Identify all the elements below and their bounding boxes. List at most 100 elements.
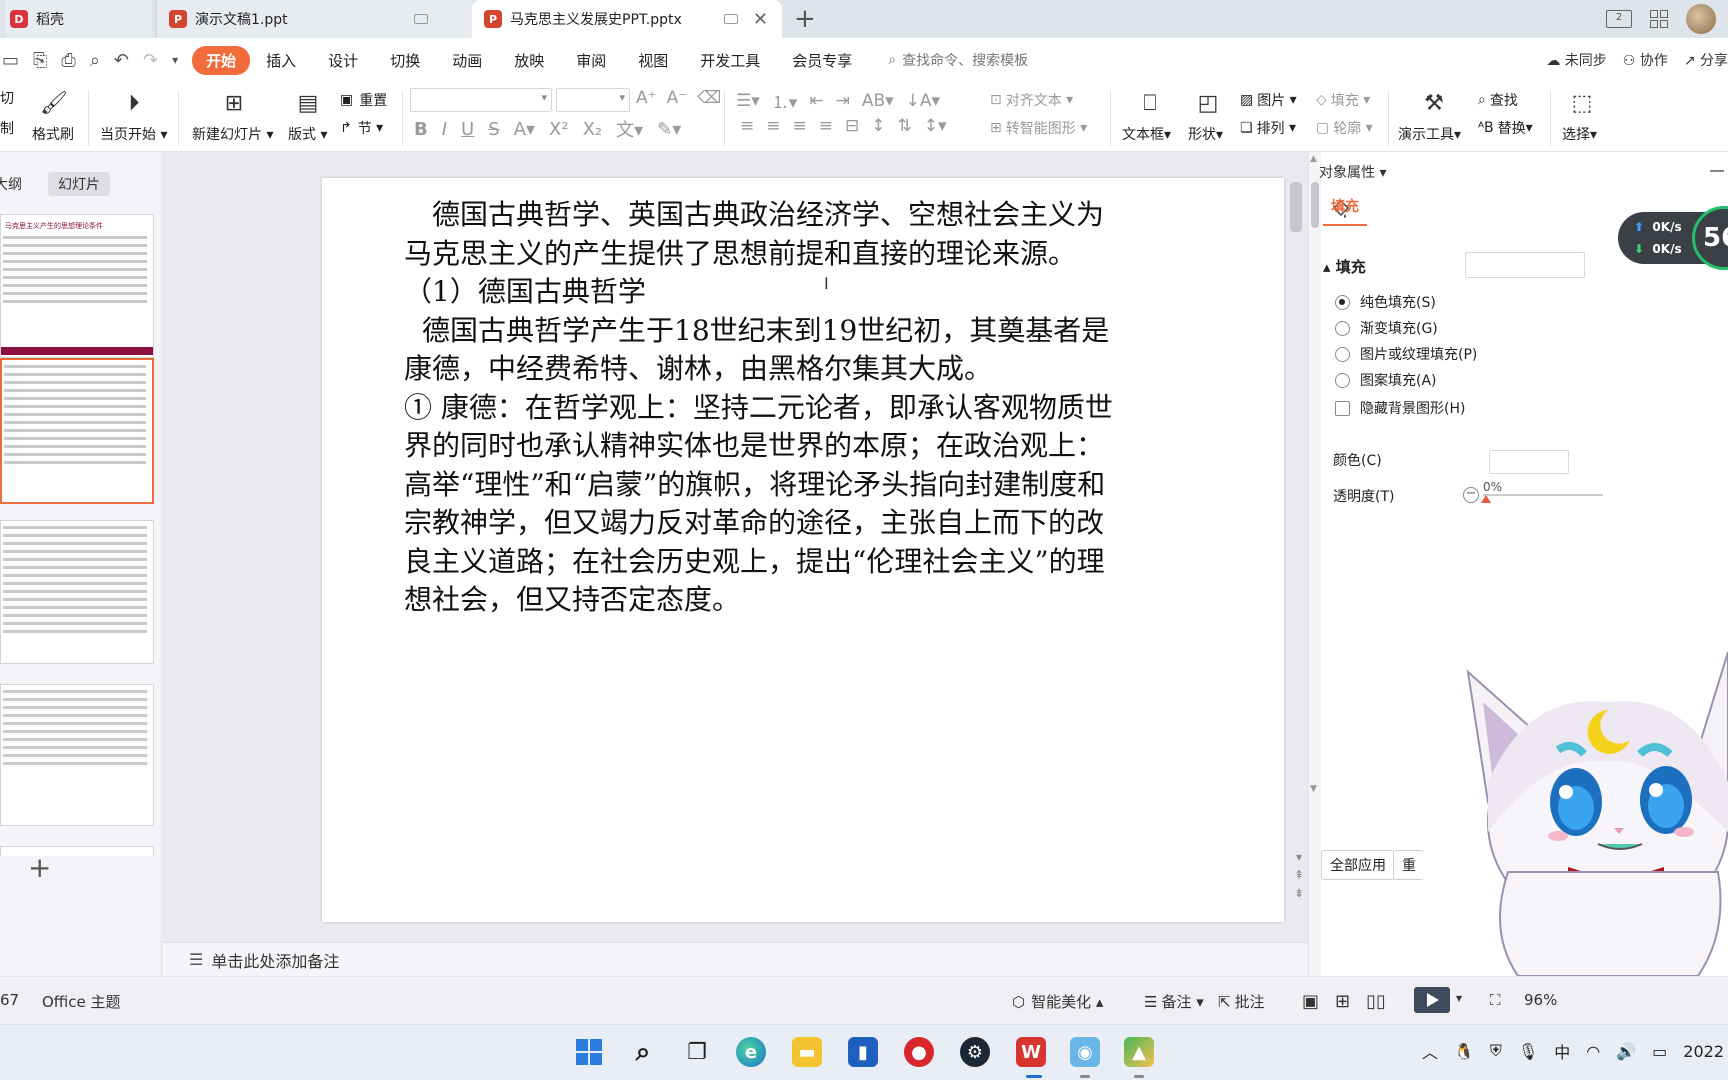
qq-icon[interactable]: 🐧: [1454, 1042, 1474, 1061]
align-left-icon[interactable]: ≡: [740, 116, 754, 136]
underline-icon[interactable]: U: [461, 119, 474, 140]
command-search[interactable]: ⌕ 查找命令、搜索模板: [888, 50, 1028, 70]
search-icon[interactable]: ⌕: [628, 1037, 658, 1067]
menu-home[interactable]: 开始: [192, 45, 251, 75]
slide-canvas[interactable]: 德国古典哲学、英国古典政治经济学、空想社会主义为马克思主义的产生提供了思想前提和…: [322, 178, 1284, 922]
sync-button[interactable]: ☁ 未同步: [1546, 50, 1606, 70]
strikethrough-icon[interactable]: S: [488, 119, 499, 140]
play-button[interactable]: [1414, 987, 1450, 1013]
shape-button[interactable]: 形状▾: [1188, 124, 1223, 144]
decrease-font-icon[interactable]: A⁻: [667, 88, 688, 108]
color-picker[interactable]: [1489, 450, 1569, 474]
start-icon[interactable]: [574, 1037, 604, 1067]
wps-icon[interactable]: W: [1016, 1037, 1046, 1067]
clear-format-icon[interactable]: ⌫: [697, 88, 721, 108]
picture-button[interactable]: ▨ 图片 ▾: [1240, 90, 1297, 110]
increase-indent-icon[interactable]: ⇥: [836, 91, 850, 111]
tab-slides[interactable]: 幻灯片: [48, 172, 110, 196]
align-text-button[interactable]: ⊡ 对齐文本 ▾: [990, 90, 1073, 110]
bold-icon[interactable]: B: [414, 119, 428, 140]
distribute-icon[interactable]: ⊟: [845, 116, 859, 136]
presentation-tools-button[interactable]: 演示工具▾: [1398, 124, 1461, 144]
menu-transition[interactable]: 切换: [374, 50, 436, 71]
reading-view-icon[interactable]: ▯▯: [1366, 991, 1386, 1012]
slide-thumbnail[interactable]: [0, 846, 154, 856]
app-blue-icon[interactable]: ▮: [848, 1037, 878, 1067]
apply-all-button[interactable]: 全部应用: [1321, 850, 1395, 880]
tab-presentation-1[interactable]: P 演示文稿1.ppt: [156, 0, 472, 38]
find-button[interactable]: ⌕ 查找: [1478, 90, 1518, 110]
multi-window-icon[interactable]: 2: [1606, 10, 1632, 28]
transparency-slider[interactable]: [1483, 494, 1603, 496]
chevron-down-icon[interactable]: ▾: [1456, 991, 1462, 1005]
highlight-icon[interactable]: ✎▾: [657, 119, 681, 140]
align-center-icon[interactable]: ≡: [766, 116, 780, 136]
phonetic-icon[interactable]: 文▾: [616, 116, 643, 142]
print-icon[interactable]: ⎙: [61, 50, 75, 71]
close-icon[interactable]: ✕: [753, 9, 768, 30]
font-size-select[interactable]: [556, 88, 630, 112]
collab-button[interactable]: ⚇ 协作: [1623, 50, 1668, 70]
edge-icon[interactable]: e: [736, 1037, 766, 1067]
steam-icon[interactable]: ⚙: [960, 1037, 990, 1067]
text-direction-icon[interactable]: AB▾: [862, 91, 894, 111]
clock[interactable]: 2022: [1683, 1042, 1724, 1061]
section-button[interactable]: ↱ 节 ▾: [340, 118, 383, 138]
volume-icon[interactable]: 🔊: [1616, 1042, 1636, 1061]
export-icon[interactable]: ⎘: [33, 50, 47, 71]
new-tab-button[interactable]: +: [794, 4, 816, 34]
save-icon[interactable]: ▭: [2, 50, 19, 71]
file-explorer-icon[interactable]: ▬: [792, 1037, 822, 1067]
tab-daoke[interactable]: D 稻壳: [6, 0, 152, 38]
sorter-view-icon[interactable]: ⊞: [1335, 991, 1350, 1012]
game-icon[interactable]: ◉: [1070, 1037, 1100, 1067]
picture-fill-option[interactable]: 图片或纹理填充(P): [1335, 344, 1477, 364]
beautify-button[interactable]: ⬡ 智能美化 ▴: [1012, 991, 1103, 1012]
numbered-list-icon[interactable]: ⒈▾: [772, 88, 798, 113]
vertical-scrollbar[interactable]: [1290, 182, 1302, 232]
pattern-fill-option[interactable]: 图案填充(A): [1335, 370, 1437, 390]
sort-icon[interactable]: ↓A▾: [906, 91, 940, 111]
wifi-icon[interactable]: ◠: [1586, 1042, 1600, 1061]
spacing-menu-icon[interactable]: ↕▾: [924, 116, 947, 136]
slide-textbox[interactable]: 德国古典哲学、英国古典政治经济学、空想社会主义为马克思主义的产生提供了思想前提和…: [404, 196, 1124, 620]
app-red-icon[interactable]: ●: [904, 1037, 934, 1067]
menu-member[interactable]: 会员专享: [776, 50, 868, 71]
align-right-icon[interactable]: ≡: [793, 116, 807, 136]
layout-button[interactable]: 版式 ▾: [288, 124, 327, 144]
copy-button[interactable]: 复制: [0, 118, 14, 138]
print-preview-icon[interactable]: ⌕: [90, 50, 100, 71]
replace-button[interactable]: ᴬB 替换 ▾: [1478, 118, 1533, 138]
gradient-fill-option[interactable]: 渐变填充(G): [1335, 318, 1438, 338]
zoom-level[interactable]: 96%: [1524, 991, 1557, 1009]
decrease-indent-icon[interactable]: ⇤: [809, 91, 823, 111]
bullet-list-icon[interactable]: ☰▾: [736, 91, 760, 111]
outline-button[interactable]: ▢ 轮廓 ▾: [1316, 118, 1373, 138]
map-icon[interactable]: ▲: [1124, 1037, 1154, 1067]
shield-icon[interactable]: ⛨: [1490, 1041, 1502, 1061]
menu-view[interactable]: 视图: [622, 50, 684, 71]
font-family-select[interactable]: [410, 88, 552, 112]
reset-button[interactable]: ▣ 重置: [340, 90, 387, 110]
task-view-icon[interactable]: ❐: [682, 1037, 712, 1067]
solid-fill-option[interactable]: 纯色填充(S): [1335, 292, 1436, 312]
add-slide-button[interactable]: +: [28, 851, 51, 884]
slide-thumbnail[interactable]: 马克思主义产生的思想理论条件: [0, 214, 154, 358]
hide-background-checkbox[interactable]: 隐藏背景图形(H): [1335, 398, 1465, 418]
justify-icon[interactable]: ≡: [819, 116, 833, 136]
tab-fill[interactable]: 填充: [1323, 196, 1367, 226]
subscript-icon[interactable]: X₂: [583, 119, 603, 140]
chevron-up-icon[interactable]: ︿: [1422, 1039, 1438, 1063]
increase-font-icon[interactable]: A⁺: [636, 88, 657, 108]
italic-icon[interactable]: I: [442, 119, 447, 140]
theme-name[interactable]: Office 主题: [42, 991, 121, 1012]
panel-scrollbar[interactable]: ▲ ▼: [1309, 152, 1321, 976]
reset-button[interactable]: 重: [1393, 850, 1424, 880]
line-spacing-icon[interactable]: ↕: [871, 116, 885, 136]
menu-insert[interactable]: 插入: [250, 50, 312, 71]
slider-thumb[interactable]: [1481, 495, 1491, 503]
slide-thumbnail[interactable]: [0, 520, 154, 664]
new-slide-button[interactable]: 新建幻灯片 ▾: [192, 124, 273, 144]
menu-animation[interactable]: 动画: [436, 50, 498, 71]
microphone-icon[interactable]: 🎙: [1518, 1042, 1538, 1061]
